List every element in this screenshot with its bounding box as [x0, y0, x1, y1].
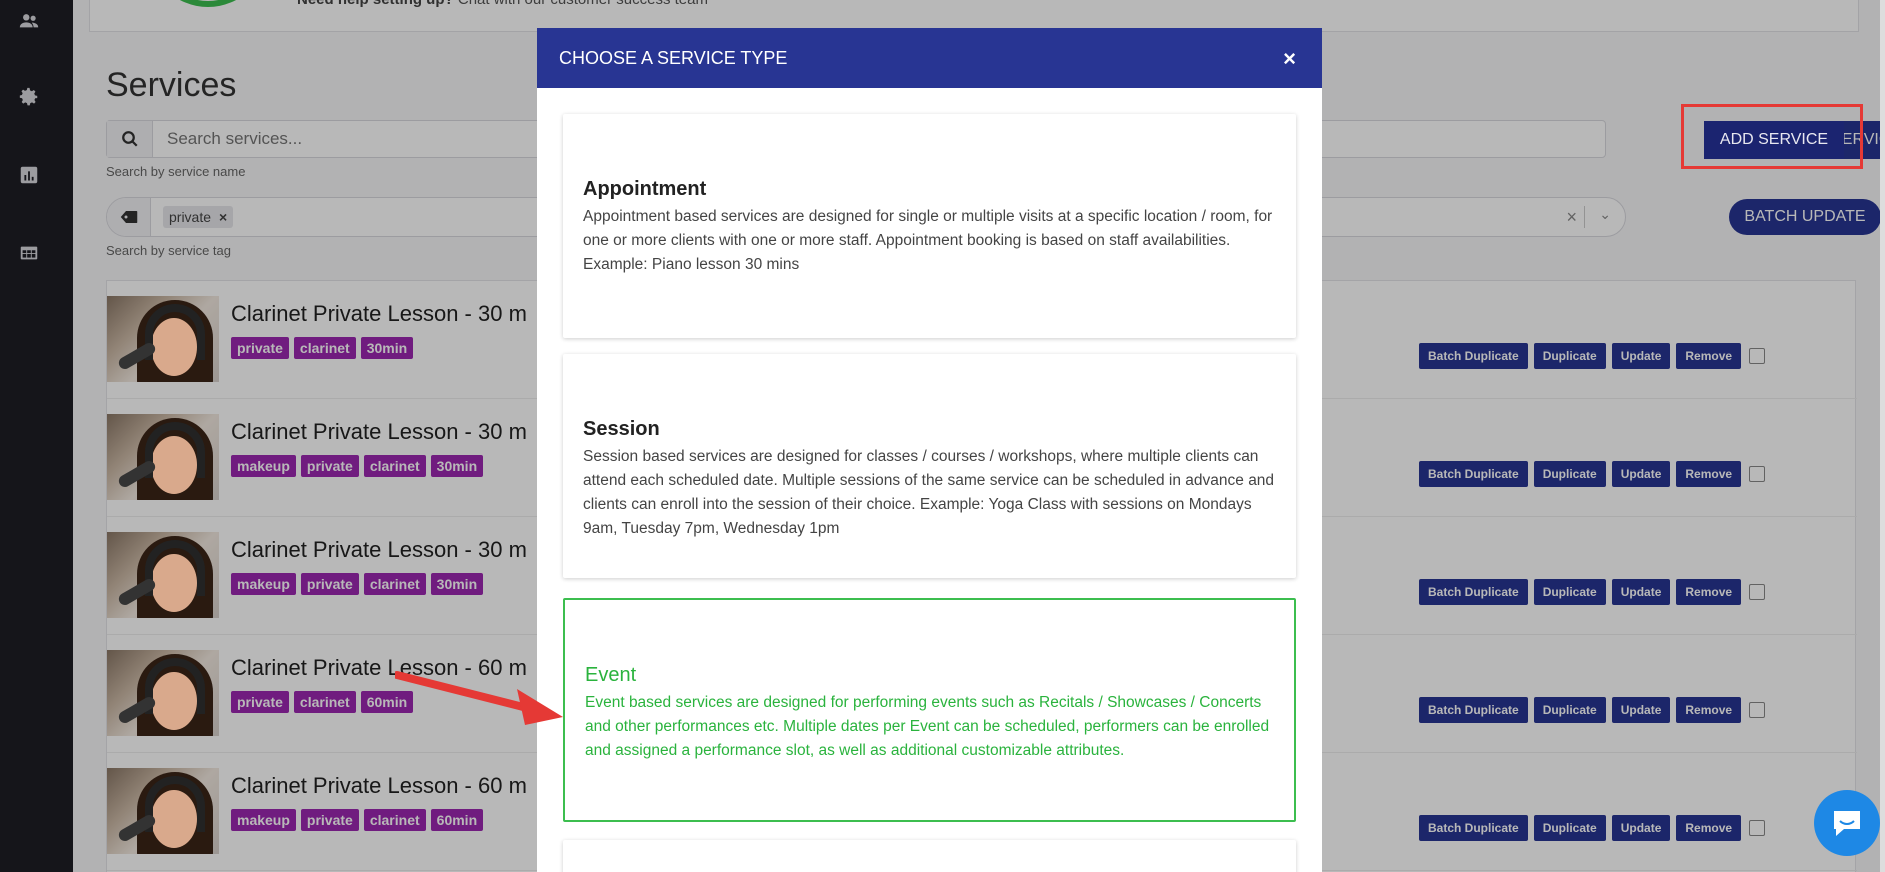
service-type-desc: Appointment based services are designed … — [583, 208, 1273, 273]
service-type-name: Session — [583, 418, 660, 440]
modal-header: CHOOSE A SERVICE TYPE × — [537, 28, 1322, 88]
modal-title: CHOOSE A SERVICE TYPE — [559, 47, 788, 68]
service-type-session[interactable]: Session Session based services are desig… — [563, 354, 1296, 578]
chat-button[interactable] — [1814, 790, 1880, 856]
service-type-name: Event — [585, 664, 637, 686]
service-type-more[interactable] — [563, 840, 1296, 872]
chat-bubble-icon — [1834, 811, 1860, 836]
close-icon[interactable]: × — [1283, 46, 1296, 72]
arrow-annotation-icon — [395, 671, 563, 725]
add-service-button-dimmed: ADD SERVICE — [1704, 121, 1844, 159]
service-type-modal: CHOOSE A SERVICE TYPE × Appointment Appo… — [537, 28, 1322, 872]
service-type-name: Appointment — [583, 178, 707, 200]
service-type-desc: Event based services are designed for pe… — [585, 694, 1270, 759]
service-type-event[interactable]: Event Event based services are designed … — [563, 598, 1296, 822]
service-type-desc: Session based services are designed for … — [583, 448, 1275, 537]
service-type-appointment[interactable]: Appointment Appointment based services a… — [563, 114, 1296, 338]
scrollbar[interactable] — [1880, 0, 1885, 872]
